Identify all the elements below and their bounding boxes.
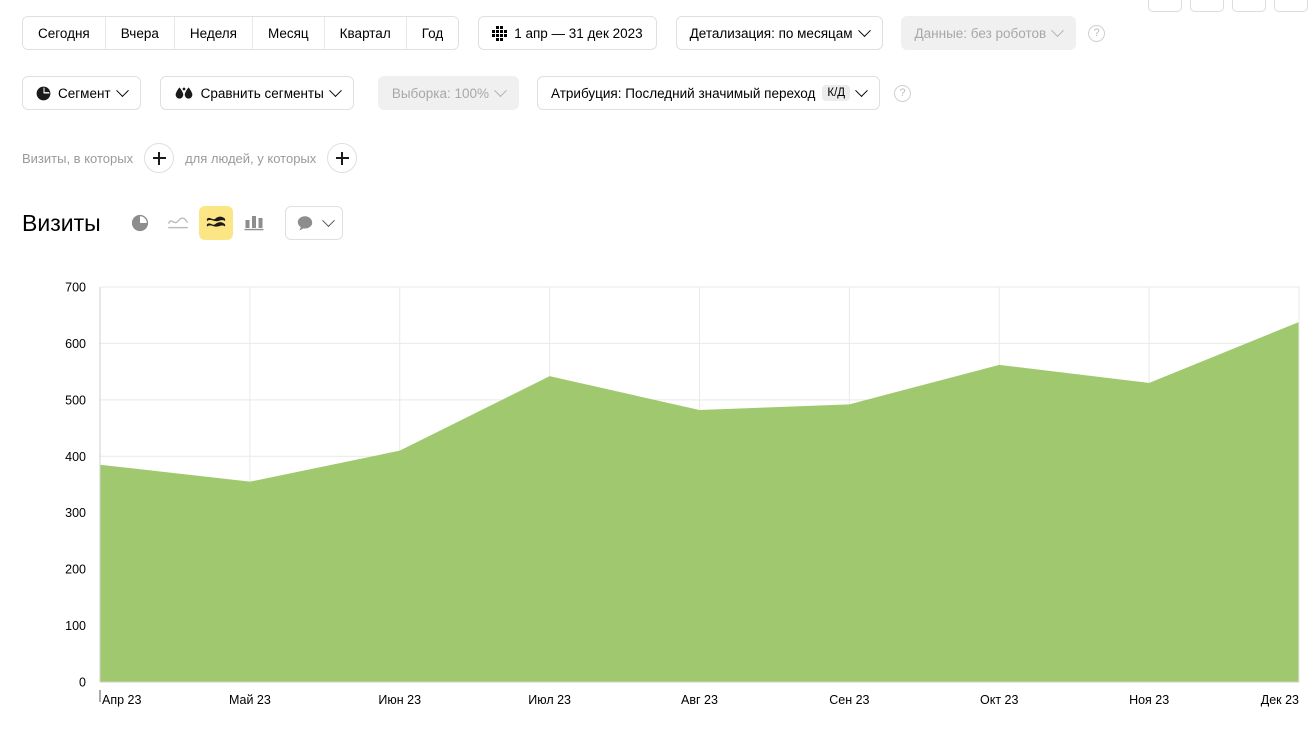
visits-area-chart[interactable]: 0 100 200 300 400 500 600 700 Апр 23 Май 23 Июн 23… xyxy=(0,272,1316,722)
data-filter-label: Данные: без роботов xyxy=(914,25,1047,41)
data-filter-dropdown[interactable]: Данные: без роботов xyxy=(900,16,1077,50)
period-button-week[interactable]: Неделя xyxy=(174,17,253,49)
segment-dropdown[interactable]: Сегмент xyxy=(22,76,141,110)
x-axis-tick: Сен 23 xyxy=(829,693,869,707)
x-axis-tick: Ноя 23 xyxy=(1129,693,1169,707)
bar-chart-view-icon[interactable] xyxy=(237,206,271,240)
y-axis-tick: 100 xyxy=(65,619,86,633)
help-icon[interactable]: ? xyxy=(1088,24,1106,42)
top-partial-button-row xyxy=(1148,0,1308,12)
period-button-group: Сегодня Вчера Неделя Месяц Квартал Год xyxy=(22,16,460,50)
sampling-dropdown[interactable]: Выборка: 100% xyxy=(377,76,520,110)
compare-segments-dropdown[interactable]: Сравнить сегменты xyxy=(159,76,354,110)
detail-label: Детализация: по месяцам xyxy=(689,25,853,41)
y-axis-tick: 200 xyxy=(65,563,86,577)
y-axis-tick: 600 xyxy=(65,337,86,351)
add-people-condition-button[interactable] xyxy=(327,143,358,173)
x-axis-tick: Июн 23 xyxy=(378,693,421,707)
period-toolbar: Сегодня Вчера Неделя Месяц Квартал Год 1… xyxy=(22,16,1106,50)
comment-bubble-icon xyxy=(297,215,312,231)
two-droplets-icon xyxy=(175,86,192,99)
help-icon[interactable]: ? xyxy=(894,84,912,102)
add-visit-condition-button[interactable] xyxy=(144,143,175,173)
visits-filter-label: Визиты, в которых xyxy=(22,150,134,166)
chart-title: Визиты xyxy=(22,209,101,236)
y-axis-tick: 500 xyxy=(65,393,86,407)
segment-label: Сегмент xyxy=(58,85,111,101)
x-axis-tick: Май 23 xyxy=(229,693,271,707)
detail-dropdown[interactable]: Детализация: по месяцам xyxy=(675,16,883,50)
chevron-down-icon xyxy=(321,213,335,227)
chevron-down-icon xyxy=(855,83,868,97)
compare-segments-label: Сравнить сегменты xyxy=(200,85,324,101)
x-axis-tick: Июл 23 xyxy=(528,693,571,707)
attribution-dropdown[interactable]: Атрибуция: Последний значимый переход К/… xyxy=(537,76,881,110)
y-axis-tick: 700 xyxy=(65,281,86,295)
segment-toolbar: Сегмент Сравнить сегменты Выборка: 100% … xyxy=(22,76,912,110)
attribution-label: Атрибуция: Последний значимый переход xyxy=(551,85,816,101)
y-axis-tick: 0 xyxy=(79,676,86,690)
x-axis-tick: Окт 23 xyxy=(980,693,1018,707)
filter-row: Визиты, в которых для людей, у которых xyxy=(22,143,358,173)
period-button-today[interactable]: Сегодня xyxy=(23,17,106,49)
chevron-down-icon xyxy=(1051,23,1065,37)
chevron-down-icon xyxy=(494,83,507,97)
date-range-label: 1 апр — 31 дек 2023 xyxy=(514,25,643,41)
area-chart-view-icon[interactable] xyxy=(198,206,233,240)
attribution-badge: К/Д xyxy=(822,84,851,102)
top-partial-button-2[interactable] xyxy=(1190,0,1224,12)
pie-chart-icon xyxy=(36,86,51,100)
calendar-grid-icon xyxy=(492,25,508,41)
pie-chart-view-icon[interactable] xyxy=(123,206,157,240)
chevron-down-icon xyxy=(115,83,129,97)
top-partial-button-3[interactable] xyxy=(1232,0,1266,12)
period-button-year[interactable]: Год xyxy=(406,17,459,49)
period-button-quarter[interactable]: Квартал xyxy=(324,17,407,49)
date-range-picker[interactable]: 1 апр — 31 дек 2023 xyxy=(478,16,657,50)
chart-header: Визиты xyxy=(22,206,343,240)
sampling-label: Выборка: 100% xyxy=(391,85,490,101)
people-filter-label: для людей, у которых xyxy=(185,150,317,166)
chevron-down-icon xyxy=(328,83,342,97)
chevron-down-icon xyxy=(857,23,871,37)
y-axis-tick: 400 xyxy=(65,450,86,464)
period-button-month[interactable]: Месяц xyxy=(252,17,325,49)
top-partial-button-4[interactable] xyxy=(1274,0,1308,12)
x-axis-tick: Апр 23 xyxy=(102,693,141,707)
top-partial-button-1[interactable] xyxy=(1148,0,1182,12)
comments-dropdown-button[interactable] xyxy=(284,206,343,240)
x-axis-tick: Дек 23 xyxy=(1261,693,1299,707)
x-axis-tick: Авг 23 xyxy=(681,693,718,707)
line-chart-view-icon[interactable] xyxy=(161,206,195,240)
y-axis-tick: 300 xyxy=(65,506,86,520)
period-button-yesterday[interactable]: Вчера xyxy=(105,17,175,49)
